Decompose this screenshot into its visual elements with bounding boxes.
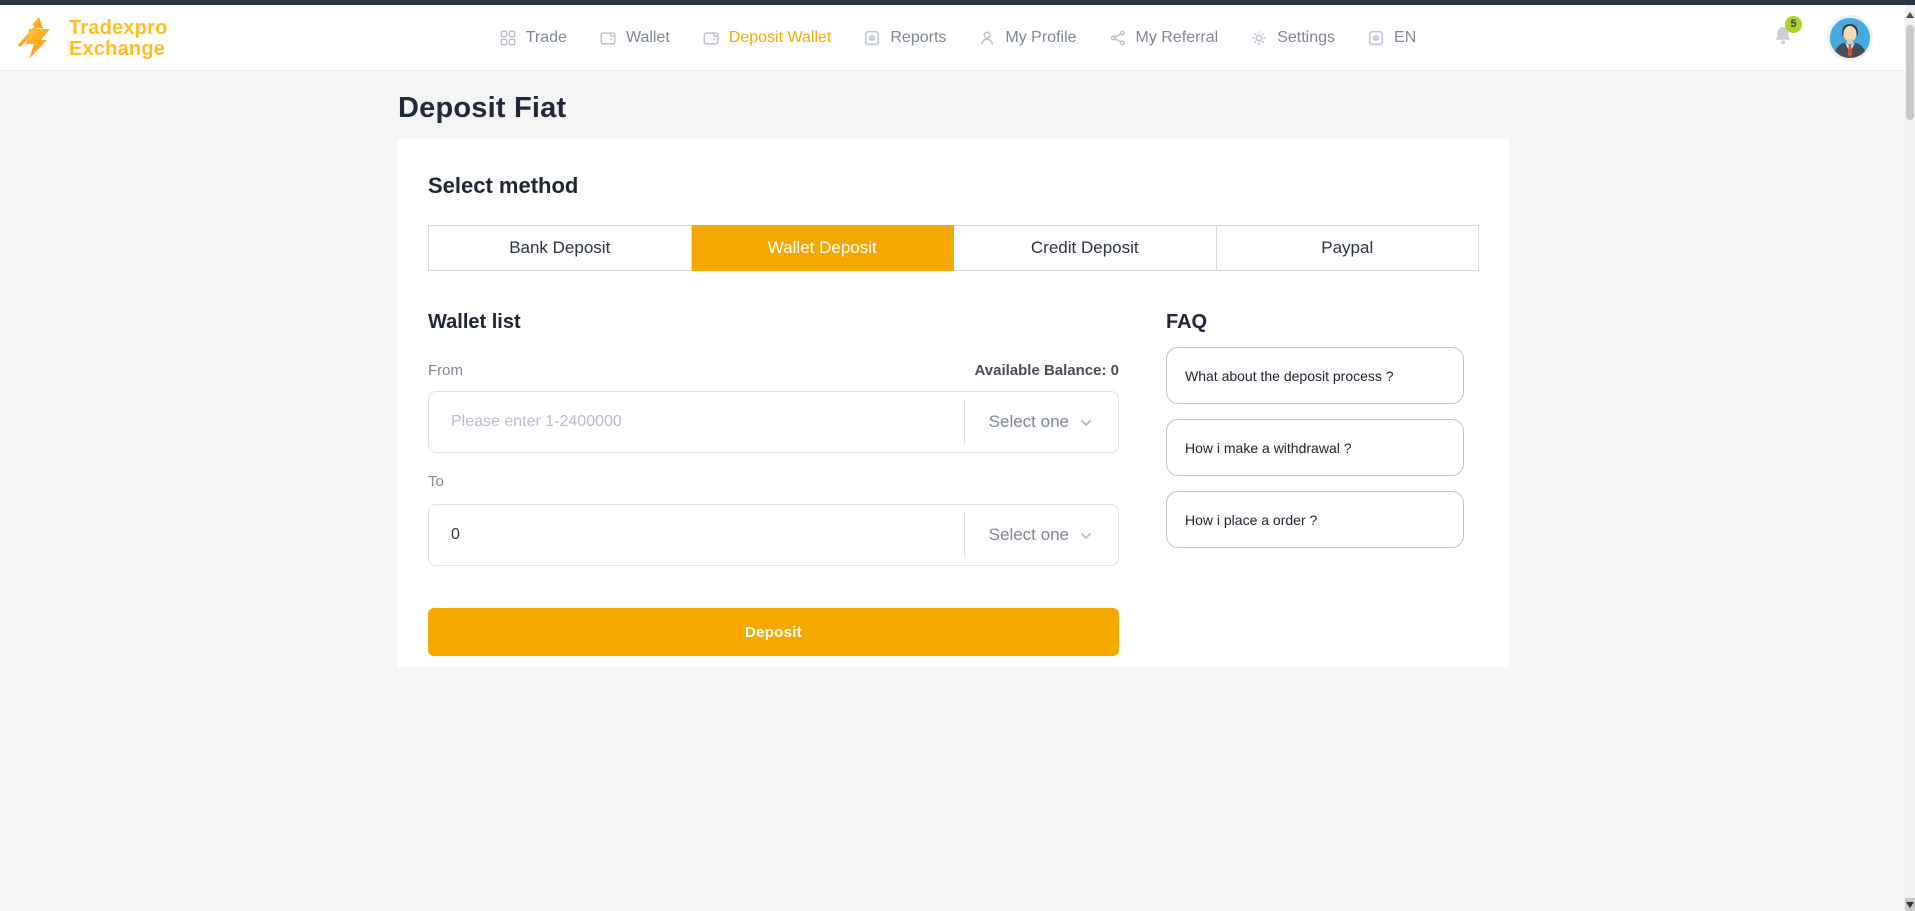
gear-icon bbox=[1250, 29, 1268, 47]
chevron-down-icon bbox=[1080, 412, 1092, 432]
referral-icon bbox=[1109, 29, 1127, 47]
nav-label: My Profile bbox=[1005, 29, 1076, 47]
nav-label: My Referral bbox=[1136, 29, 1219, 47]
wallet-list-heading: Wallet list bbox=[428, 311, 1119, 334]
header-right: 5 bbox=[1771, 5, 1873, 71]
scrollbar-thumb[interactable] bbox=[1906, 25, 1914, 120]
report-card-icon bbox=[863, 29, 881, 47]
tab-bank-deposit[interactable]: Bank Deposit bbox=[428, 225, 692, 271]
nav-item-my-profile[interactable]: My Profile bbox=[978, 29, 1076, 47]
brand-arrow-icon bbox=[14, 11, 62, 66]
page-title: Deposit Fiat bbox=[398, 92, 566, 125]
main-nav: Trade Wallet Deposit Wallet bbox=[499, 29, 1417, 47]
tab-credit-deposit[interactable]: Credit Deposit bbox=[954, 225, 1217, 271]
nav-item-language[interactable]: EN bbox=[1367, 29, 1416, 47]
faq-item-make-withdrawal[interactable]: How i make a withdrawal ? bbox=[1166, 419, 1464, 476]
scrollbar-down-arrow[interactable] bbox=[1905, 898, 1915, 911]
bell-icon bbox=[1771, 35, 1795, 52]
nav-item-trade[interactable]: Trade bbox=[499, 29, 567, 47]
brand-name: Tradexpro Exchange bbox=[69, 18, 168, 60]
select-method-heading: Select method bbox=[428, 173, 1479, 199]
nav-label: Reports bbox=[890, 29, 946, 47]
faq-item-place-order[interactable]: How i place a order ? bbox=[1166, 491, 1464, 548]
to-currency-select[interactable]: Select one bbox=[964, 513, 1118, 557]
to-label: To bbox=[428, 473, 1119, 490]
brand-logo[interactable]: Tradexpro Exchange bbox=[14, 11, 168, 66]
brand-name-line1: Tradexpro bbox=[69, 17, 168, 39]
to-amount-input[interactable] bbox=[429, 526, 964, 544]
to-amount-group: Select one bbox=[428, 504, 1119, 566]
notification-bell-button[interactable]: 5 bbox=[1771, 24, 1795, 53]
deposit-card: Select method Bank Deposit Wallet Deposi… bbox=[398, 139, 1509, 667]
chevron-down-icon bbox=[1080, 525, 1092, 545]
nav-item-my-referral[interactable]: My Referral bbox=[1109, 29, 1219, 47]
nav-label: EN bbox=[1394, 29, 1416, 47]
wallet-list-section: Wallet list From Available Balance: 0 Se… bbox=[428, 311, 1119, 656]
scrollbar-up-arrow[interactable] bbox=[1905, 9, 1915, 21]
nav-label: Trade bbox=[526, 29, 567, 47]
from-select-label: Select one bbox=[989, 412, 1069, 432]
tab-wallet-deposit[interactable]: Wallet Deposit bbox=[692, 225, 955, 271]
nav-item-reports[interactable]: Reports bbox=[863, 29, 946, 47]
nav-label: Deposit Wallet bbox=[729, 29, 832, 47]
from-amount-input[interactable] bbox=[429, 413, 964, 431]
deposit-button[interactable]: Deposit bbox=[428, 608, 1119, 656]
from-label: From bbox=[428, 362, 463, 379]
grid-icon bbox=[499, 29, 517, 47]
nav-label: Wallet bbox=[626, 29, 670, 47]
notification-badge: 5 bbox=[1785, 16, 1802, 33]
from-currency-select[interactable]: Select one bbox=[964, 400, 1118, 444]
brand-name-line2: Exchange bbox=[69, 38, 165, 60]
nav-item-settings[interactable]: Settings bbox=[1250, 29, 1335, 47]
wallet-icon bbox=[599, 29, 617, 47]
tab-paypal[interactable]: Paypal bbox=[1217, 225, 1480, 271]
faq-heading: FAQ bbox=[1166, 311, 1464, 334]
header: Tradexpro Exchange Trade Wallet bbox=[0, 5, 1915, 71]
faq-section: FAQ What about the deposit process ? How… bbox=[1166, 311, 1464, 656]
scrollbar[interactable] bbox=[1905, 5, 1915, 911]
available-balance: Available Balance: 0 bbox=[974, 362, 1119, 379]
nav-item-wallet[interactable]: Wallet bbox=[599, 29, 670, 47]
language-card-icon bbox=[1367, 29, 1385, 47]
to-select-label: Select one bbox=[989, 525, 1069, 545]
user-icon bbox=[978, 29, 996, 47]
nav-label: Settings bbox=[1277, 29, 1335, 47]
from-amount-group: Select one bbox=[428, 391, 1119, 453]
method-tabs: Bank Deposit Wallet Deposit Credit Depos… bbox=[428, 225, 1479, 271]
nav-item-deposit-wallet[interactable]: Deposit Wallet bbox=[702, 29, 832, 47]
wallet-icon bbox=[702, 29, 720, 47]
faq-item-deposit-process[interactable]: What about the deposit process ? bbox=[1166, 347, 1464, 404]
user-avatar[interactable] bbox=[1827, 15, 1873, 61]
